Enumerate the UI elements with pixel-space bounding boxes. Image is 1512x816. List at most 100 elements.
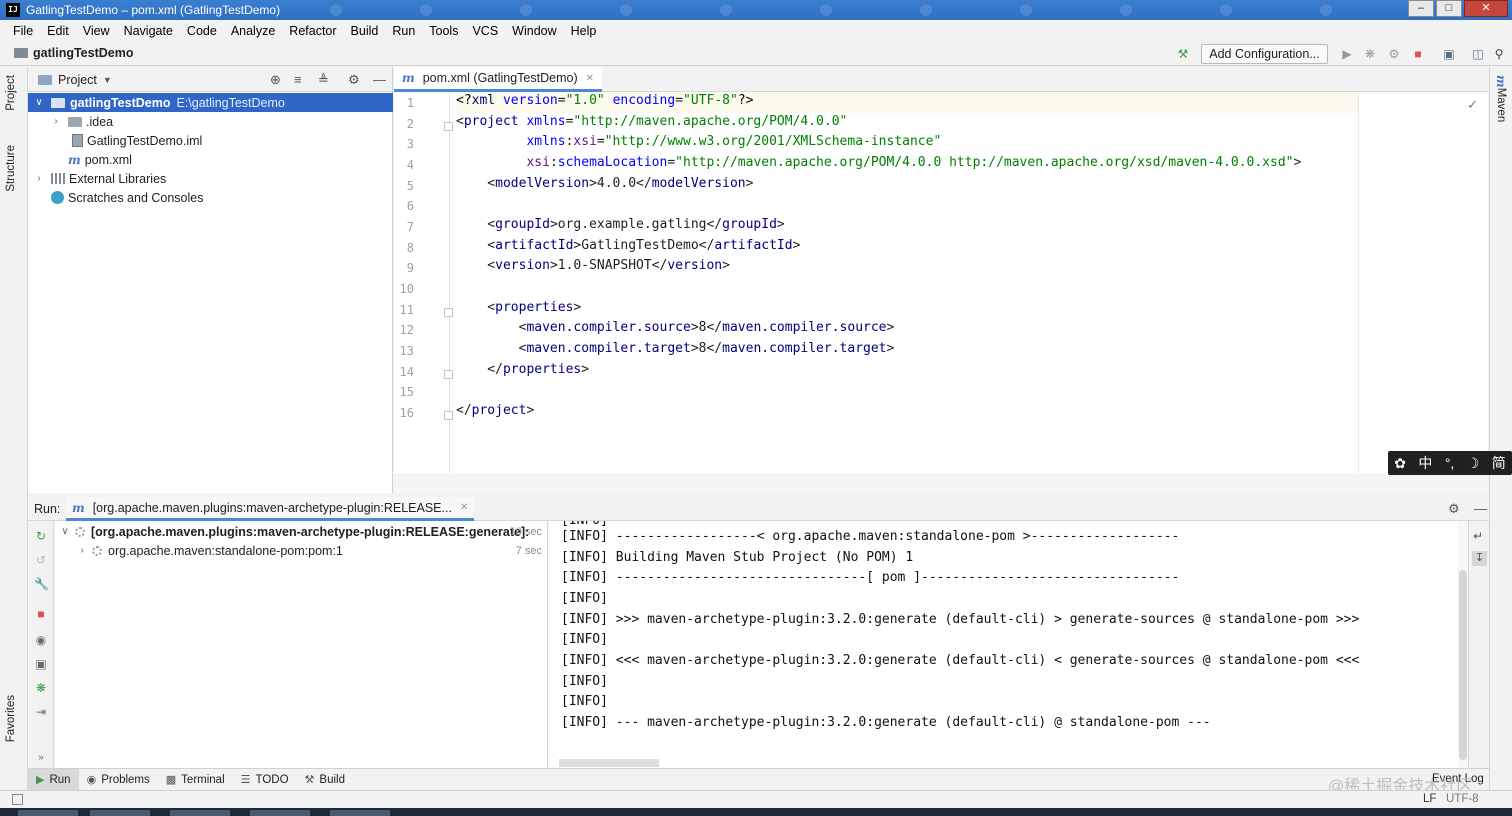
more-icon[interactable]: » [34,751,48,765]
breadcrumb-project[interactable]: gatlingTestDemo [33,46,133,60]
gear-icon[interactable]: ⚙ [348,72,360,88]
hide-panel-icon[interactable]: — [1474,501,1487,516]
status-bar: LF UTF-8 [0,790,1512,808]
collapse-all-icon[interactable]: ≜ [318,72,329,88]
run-tab[interactable]: m [org.apache.maven.plugins:maven-archet… [66,497,475,521]
tab-terminal[interactable]: ▩ Terminal [158,769,233,791]
layout-icon[interactable]: ◫ [1471,47,1485,61]
tree-item-pom[interactable]: m pom.xml [28,150,393,169]
chevron-right-icon[interactable]: › [50,116,62,127]
chevron-down-icon[interactable]: ∨ [33,97,45,108]
tab-run[interactable]: ▶ Run [28,768,79,791]
tree-item-project-root[interactable]: ∨ gatlingTestDemo E:\gatlingTestDemo [28,93,393,112]
menu-help[interactable]: Help [571,24,597,38]
console-scrollbar-thumb[interactable] [1459,570,1467,760]
menu-refactor[interactable]: Refactor [289,24,336,38]
tree-item-scratches[interactable]: Scratches and Consoles [28,188,393,207]
favorites-tool-tab[interactable]: Favorites [5,695,17,742]
encoding-indicator[interactable]: UTF-8 [1446,793,1479,805]
locate-icon[interactable]: ⊕ [270,72,281,88]
code-area[interactable]: <?xml version="1.0" encoding="UTF-8"?> <… [456,93,1486,473]
ime-punct-toggle[interactable]: °, [1445,455,1455,471]
chevron-right-icon[interactable]: › [33,173,45,184]
menu-code[interactable]: Code [187,24,217,38]
wrench-icon[interactable]: 🔧 [34,577,49,591]
editor-horizontal-scrollbar[interactable] [394,473,1488,493]
debug-icon[interactable]: ❋ [1363,47,1377,61]
tree-item-external-libraries[interactable]: › External Libraries [28,169,393,188]
debug-bug-icon[interactable]: ❋ [34,681,48,695]
build-hammer-icon[interactable]: ⚒ [1176,47,1190,61]
stop-icon[interactable]: ■ [34,607,48,621]
close-tab-icon[interactable]: ✕ [460,502,468,513]
inspection-ok-icon[interactable]: ✓ [1467,97,1478,113]
menu-view[interactable]: View [83,24,110,38]
menu-vcs[interactable]: VCS [472,24,498,38]
code-line: <maven.compiler.target>8</maven.compiler… [456,341,895,356]
menu-tools[interactable]: Tools [429,24,458,38]
run-tree-item[interactable]: ∨ [org.apache.maven.plugins:maven-archet… [55,522,548,541]
login-icon[interactable]: ⇥ [34,705,48,719]
breadcrumb[interactable]: gatlingTestDemo [14,46,133,60]
menu-analyze[interactable]: Analyze [231,24,275,38]
close-tab-icon[interactable]: ✕ [586,73,594,84]
tab-problems[interactable]: ◉ Problems [79,769,158,791]
taskbar-app-icon[interactable] [250,810,310,816]
layout-toggle-icon[interactable] [12,794,23,805]
search-icon[interactable]: ⚲ [1492,47,1506,61]
coverage-icon[interactable]: ⚙ [1387,47,1401,61]
taskbar-app-icon[interactable] [170,810,230,816]
console-output[interactable]: [INFO] [INFO] ------------------< org.ap… [549,521,1458,768]
moon-icon[interactable]: ☽ [1467,455,1480,472]
ime-simplified-toggle[interactable]: 简 [1492,453,1506,473]
camera-icon[interactable]: ▣ [34,657,48,671]
menu-run[interactable]: Run [392,24,415,38]
minimize-button[interactable]: – [1408,0,1434,17]
expand-all-icon[interactable]: ≡ [294,72,302,87]
close-window-button[interactable]: ✕ [1464,0,1508,17]
rerun-failed-icon[interactable]: ↺ [34,553,48,567]
gear-icon[interactable]: ⚙ [1448,501,1460,517]
stop-icon[interactable]: ■ [1411,47,1425,61]
menu-navigate[interactable]: Navigate [124,24,173,38]
eye-icon[interactable]: ◉ [34,633,48,647]
tree-item-idea[interactable]: › .idea [28,112,393,131]
chevron-down-icon[interactable]: ∨ [59,526,71,537]
project-tool-tab[interactable]: Project [5,75,17,111]
folder-icon [51,97,65,108]
maximize-button[interactable]: □ [1436,0,1462,17]
chevron-right-icon[interactable]: › [76,545,88,556]
add-configuration-button[interactable]: Add Configuration... [1201,44,1328,64]
rerun-icon[interactable]: ↻ [34,529,48,543]
tab-todo[interactable]: ☰ TODO [233,769,297,791]
fold-marker-icon[interactable] [444,308,453,317]
maven-tool-tab[interactable]: mMaven [1494,75,1508,122]
scroll-to-end-icon[interactable]: ↧ [1472,551,1487,566]
fold-marker-icon[interactable] [444,370,453,379]
console-horizontal-scrollbar[interactable] [559,759,659,767]
menu-window[interactable]: Window [512,24,556,38]
taskbar-app-icon[interactable] [330,810,390,816]
tab-build[interactable]: ⚒ Build [297,769,353,791]
taskbar-app-icon[interactable] [18,810,78,816]
running-spinner-icon [92,545,102,556]
line-separator-indicator[interactable]: LF [1423,793,1436,805]
soft-wrap-icon[interactable]: ↵ [1473,529,1483,543]
run-tab-label: [org.apache.maven.plugins:maven-archetyp… [92,500,452,515]
paw-icon[interactable]: ✿ [1394,455,1406,472]
editor-tab-pom[interactable]: m pom.xml (GatlingTestDemo) ✕ [394,67,602,92]
structure-tool-tab[interactable]: Structure [5,145,17,192]
fold-marker-icon[interactable] [444,122,453,131]
project-structure-icon[interactable]: ▣ [1442,47,1456,61]
project-view-selector[interactable]: Project ▼ [38,73,112,87]
menu-build[interactable]: Build [351,24,379,38]
fold-marker-icon[interactable] [444,411,453,420]
run-icon[interactable]: ▶ [1340,47,1354,61]
taskbar-app-icon[interactable] [90,810,150,816]
menu-file[interactable]: File [13,24,33,38]
run-tree-item[interactable]: › org.apache.maven:standalone-pom:pom:1 … [55,541,548,560]
tree-item-iml[interactable]: GatlingTestDemo.iml [28,131,393,150]
hide-panel-icon[interactable]: — [373,72,386,87]
menu-edit[interactable]: Edit [47,24,69,38]
ime-lang-toggle[interactable]: 中 [1418,453,1432,473]
